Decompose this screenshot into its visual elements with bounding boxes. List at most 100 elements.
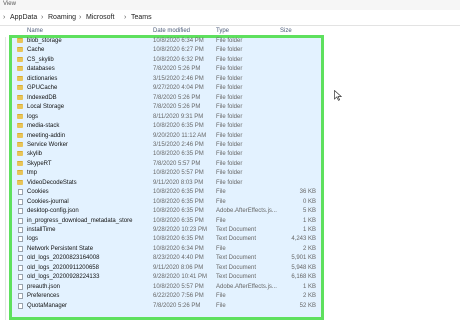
file-type: File xyxy=(216,217,226,224)
file-size: 5,948 KB xyxy=(291,264,316,271)
file-size: 1 KB xyxy=(302,227,316,233)
file-type: File folder xyxy=(216,160,243,167)
file-date-modified: 7/8/2020 5:26 PM xyxy=(153,94,201,101)
file-row[interactable]: Cookies-journal 10/8/2020 6:35 PM File 0 KB xyxy=(0,198,460,207)
folder-icon xyxy=(17,56,23,62)
file-date-modified: 7/8/2020 5:26 PM xyxy=(153,66,201,73)
file-name: Local Storage xyxy=(27,104,65,111)
file-date-modified: 10/8/2020 6:34 PM xyxy=(153,245,204,252)
file-row[interactable]: GPUCache 9/27/2020 4:04 PM File folder xyxy=(0,84,460,93)
file-row[interactable]: Service Worker 3/15/2020 2:46 PM File fold… xyxy=(0,141,460,150)
file-row[interactable]: old_logs_20200823164008 8/23/2020 4:40 PM… xyxy=(0,254,460,263)
breadcrumb-roaming[interactable]: Roaming xyxy=(48,14,76,21)
file-type: Text Document xyxy=(216,264,257,271)
file-type: File folder xyxy=(216,85,243,92)
file-row[interactable]: skylib 10/8/2020 6:35 PM File folder xyxy=(0,150,460,159)
breadcrumb-appdata[interactable]: AppData xyxy=(10,14,37,21)
file-name: desktop-config.json xyxy=(27,208,79,215)
file-type: File xyxy=(216,198,226,205)
file-type: File folder xyxy=(216,66,243,73)
file-date-modified: 3/15/2020 2:46 PM xyxy=(153,75,204,82)
column-name[interactable]: Name xyxy=(27,28,43,34)
file-row[interactable]: tmp 10/8/2020 5:57 PM File folder xyxy=(0,169,460,178)
folder-icon xyxy=(17,104,23,110)
file-row[interactable]: desktop-config.json 10/8/2020 6:35 PM Adob… xyxy=(0,207,460,216)
file-type: File folder xyxy=(216,38,243,44)
file-date-modified: 10/8/2020 6:27 PM xyxy=(153,47,204,54)
file-row[interactable]: preauth.json 10/8/2020 5:57 PM Adobe.After… xyxy=(0,283,460,292)
file-name: SkypeRT xyxy=(27,160,52,167)
file-date-modified: 10/8/2020 6:35 PM xyxy=(153,123,204,130)
folder-icon xyxy=(17,66,23,72)
column-size[interactable]: Size xyxy=(280,28,292,34)
file-date-modified: 6/22/2020 7:56 PM xyxy=(153,293,204,300)
file-date-modified: 10/8/2020 5:57 PM xyxy=(153,170,204,177)
column-type[interactable]: Type xyxy=(216,28,229,34)
file-type: File xyxy=(216,302,226,309)
file-row[interactable]: Preferences 6/22/2020 7:56 PM File 2 KB xyxy=(0,292,460,301)
file-row[interactable]: CS_skylib 10/8/2020 6:32 PM File folder xyxy=(0,56,460,65)
file-row[interactable]: old_logs_20200911200658 9/11/2020 8:06 PM… xyxy=(0,264,460,273)
file-row[interactable]: logs 10/8/2020 6:35 PM Text Document 4,243 … xyxy=(0,235,460,244)
file-type: File folder xyxy=(216,151,243,158)
folder-icon xyxy=(17,179,23,185)
file-row[interactable]: VideoDecodeStats 9/11/2020 8:03 PM File fo… xyxy=(0,179,460,188)
file-type: Adobe.AfterEffects.js... xyxy=(216,208,277,215)
file-row[interactable]: in_progress_download_metadata_store 10/8/… xyxy=(0,217,460,226)
file-name: Preferences xyxy=(27,293,60,300)
file-name: media-stack xyxy=(27,123,60,130)
file-row[interactable]: Network Persistent State 10/8/2020 6:34 P… xyxy=(0,245,460,254)
file-row[interactable]: meeting-addin 9/20/2020 11:12 AM File fold… xyxy=(0,132,460,141)
address-bar[interactable]: › AppData › Roaming › Microsoft › Teams xyxy=(0,10,460,26)
file-row[interactable]: QuotaManager 7/8/2020 5:26 PM File 52 KB xyxy=(0,302,460,311)
file-row[interactable]: installTime 9/28/2020 10:23 PM Text Docume… xyxy=(0,226,460,235)
breadcrumb-teams[interactable]: Teams xyxy=(131,14,152,21)
file-name: meeting-addin xyxy=(27,132,66,139)
file-date-modified: 7/8/2020 5:26 PM xyxy=(153,104,201,111)
menu-view[interactable]: View xyxy=(3,1,16,7)
file-name: old_logs_20200823164008 xyxy=(27,255,100,262)
file-icon xyxy=(18,208,23,215)
file-row[interactable]: IndexedDB 7/8/2020 5:26 PM File folder xyxy=(0,94,460,103)
file-row[interactable]: Cookies 10/8/2020 6:35 PM File 36 KB xyxy=(0,188,460,197)
file-row[interactable]: blob_storage 10/8/2020 6:34 PM File folder xyxy=(0,37,460,46)
file-size: 52 KB xyxy=(299,302,316,309)
file-name: old_logs_20200928224133 xyxy=(27,274,100,281)
file-name: tmp xyxy=(27,170,38,177)
file-size: 2 KB xyxy=(302,293,316,300)
folder-icon xyxy=(17,141,23,147)
file-type: File folder xyxy=(216,170,243,177)
file-name: skylib xyxy=(27,151,43,158)
file-date-modified: 9/11/2020 8:03 PM xyxy=(153,179,204,186)
file-row[interactable]: Cache 10/8/2020 6:27 PM File folder xyxy=(0,46,460,55)
file-size: 4,243 KB xyxy=(291,236,316,243)
file-type: File folder xyxy=(216,94,243,101)
file-row[interactable]: old_logs_20200928224133 9/28/2020 10:41 P… xyxy=(0,273,460,282)
file-row[interactable]: SkypeRT 7/8/2020 5:57 PM File folder xyxy=(0,160,460,169)
folder-icon xyxy=(17,47,23,53)
file-icon xyxy=(18,264,23,271)
file-type: File folder xyxy=(216,179,243,186)
column-date-modified[interactable]: Date modified xyxy=(153,28,190,34)
file-date-modified: 9/20/2020 11:12 AM xyxy=(153,132,207,139)
folder-icon xyxy=(17,151,23,157)
breadcrumb-microsoft[interactable]: Microsoft xyxy=(86,14,114,21)
file-date-modified: 10/8/2020 6:35 PM xyxy=(153,198,204,205)
file-list: blob_storage 10/8/2020 6:34 PM File folder… xyxy=(0,37,460,320)
file-row[interactable]: dictionaries 3/15/2020 2:46 PM File folder xyxy=(0,75,460,84)
file-name: Cache xyxy=(27,47,45,54)
file-icon xyxy=(18,274,23,281)
file-type: File folder xyxy=(216,56,243,63)
file-type: Text Document xyxy=(216,274,257,281)
file-date-modified: 10/8/2020 6:35 PM xyxy=(153,217,204,224)
file-date-modified: 9/27/2020 4:04 PM xyxy=(153,85,204,92)
file-row[interactable]: logs 8/11/2020 9:31 PM File folder xyxy=(0,113,460,122)
file-row[interactable]: media-stack 10/8/2020 6:35 PM File folder xyxy=(0,122,460,131)
file-size: 6,168 KB xyxy=(291,274,316,281)
file-row[interactable]: Local Storage 7/8/2020 5:26 PM File folder xyxy=(0,103,460,112)
file-row[interactable]: databases 7/8/2020 5:26 PM File folder xyxy=(0,65,460,74)
file-icon xyxy=(18,245,23,252)
file-date-modified: 9/28/2020 10:23 PM xyxy=(153,227,208,233)
file-name: in_progress_download_metadata_store xyxy=(27,217,133,224)
file-name: VideoDecodeStats xyxy=(27,179,77,186)
